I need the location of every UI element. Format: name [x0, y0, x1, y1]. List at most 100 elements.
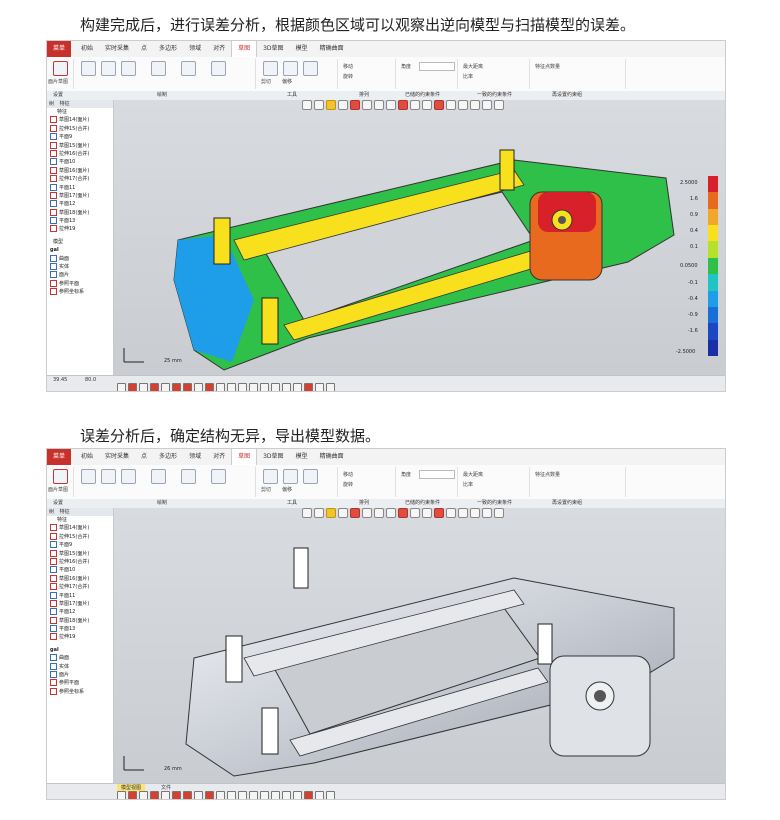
model-item-mesh[interactable]: 面片 [47, 271, 113, 279]
model-item-ref-plane[interactable]: 参照平面 [47, 279, 113, 288]
tree-tab[interactable]: 树 [49, 101, 54, 107]
tool-icon[interactable] [139, 383, 148, 391]
tree-item[interactable]: 平面11 [47, 183, 113, 192]
tab-sketch[interactable]: 草图 [231, 41, 258, 57]
tool-icon[interactable] [260, 383, 269, 391]
tab-point[interactable]: 点 [135, 41, 153, 57]
tab-live-capture[interactable]: 实时采集 [99, 41, 135, 57]
tab-region[interactable]: 领域 [183, 41, 207, 57]
tool-icon[interactable] [293, 791, 302, 799]
tree-item[interactable]: 拉伸15(合并) [47, 124, 113, 133]
tab-exact-surface[interactable]: 精确曲面 [314, 41, 350, 57]
line-icon[interactable] [81, 61, 96, 76]
file-menu-button[interactable]: 菜单 [47, 41, 71, 57]
tool-icon[interactable] [216, 383, 225, 391]
model-root[interactable]: gal [47, 246, 113, 254]
circle-icon[interactable] [121, 61, 136, 76]
tab-3d-sketch[interactable]: 3D草图 [257, 449, 289, 465]
tree-item[interactable]: 草图18(面片) [47, 616, 113, 625]
model-item-mesh[interactable]: 面片 [47, 671, 113, 679]
tree-item[interactable]: 拉伸19 [47, 225, 113, 233]
tab-model[interactable]: 模型 [290, 449, 314, 465]
mesh-sketch-icon[interactable] [53, 469, 68, 484]
trim-icon[interactable] [263, 61, 278, 76]
trim-icon[interactable] [263, 469, 278, 484]
tab-initial[interactable]: 初始 [75, 449, 99, 465]
tree-tab[interactable]: 树 [49, 509, 54, 515]
model-item-solid[interactable]: 实体 [47, 662, 113, 671]
rectangle-icon[interactable] [151, 469, 166, 484]
tool-icon[interactable] [172, 383, 181, 391]
mirror-icon[interactable] [303, 61, 318, 76]
tool-icon[interactable] [194, 383, 203, 391]
move-label[interactable]: 移动 [343, 471, 353, 478]
tool-icon[interactable] [271, 791, 280, 799]
tab-region[interactable]: 领域 [183, 449, 207, 465]
arc-icon[interactable] [101, 61, 116, 76]
model-item-surface[interactable]: 曲面 [47, 654, 113, 662]
tree-item[interactable]: 草图16(面片) [47, 166, 113, 175]
tool-icon[interactable] [161, 791, 170, 799]
tree-item[interactable]: 拉伸16(合并) [47, 149, 113, 158]
tree-item[interactable]: 拉伸15(合并) [47, 532, 113, 541]
tree-item[interactable]: 草图18(面片) [47, 208, 113, 217]
tool-icon[interactable] [238, 383, 247, 391]
polygon-icon[interactable] [211, 61, 226, 76]
circle-icon[interactable] [121, 469, 136, 484]
tool-icon[interactable] [150, 383, 159, 391]
tree-item[interactable]: 平面9 [47, 133, 113, 141]
3d-viewport-colored[interactable]: 25 mm 2.5000 1.6 0.9 0.4 0.1 0.0500 -0.1… [114, 100, 725, 375]
tool-icon[interactable] [249, 791, 258, 799]
tool-icon[interactable] [282, 383, 291, 391]
tree-item[interactable]: 平面10 [47, 158, 113, 166]
tool-icon[interactable] [227, 791, 236, 799]
tab-point[interactable]: 点 [135, 449, 153, 465]
offset-icon[interactable] [283, 61, 298, 76]
tree-item[interactable]: 平面11 [47, 591, 113, 600]
tool-icon[interactable] [172, 791, 181, 799]
model-root[interactable]: gal [47, 646, 113, 654]
angle-input[interactable] [419, 470, 455, 479]
spline-icon[interactable] [181, 469, 196, 484]
tool-icon[interactable] [183, 791, 192, 799]
tool-icon[interactable] [326, 791, 335, 799]
tool-icon[interactable] [227, 383, 236, 391]
arc-icon[interactable] [101, 469, 116, 484]
tool-icon[interactable] [216, 791, 225, 799]
3d-viewport-final[interactable]: 26 mm [114, 508, 725, 783]
tool-icon[interactable] [326, 383, 335, 391]
tree-item[interactable]: 平面13 [47, 625, 113, 633]
rectangle-icon[interactable] [151, 61, 166, 76]
model-item-solid[interactable]: 实体 [47, 263, 113, 271]
tab-exact-surface[interactable]: 精确曲面 [314, 449, 350, 465]
spline-icon[interactable] [181, 61, 196, 76]
angle-input[interactable] [419, 62, 455, 71]
tool-icon[interactable] [150, 791, 159, 799]
tab-3d-sketch[interactable]: 3D草图 [257, 41, 289, 57]
line-icon[interactable] [81, 469, 96, 484]
tab-polygon[interactable]: 多边形 [153, 449, 183, 465]
tree-item[interactable]: 草图17(面片) [47, 599, 113, 608]
tool-icon[interactable] [139, 791, 148, 799]
rotate-label[interactable]: 旋转 [343, 73, 353, 80]
tree-item[interactable]: 拉伸16(合并) [47, 557, 113, 566]
tree-item[interactable]: 草图16(面片) [47, 574, 113, 583]
tool-icon[interactable] [194, 791, 203, 799]
tree-item[interactable]: 拉伸17(合并) [47, 175, 113, 183]
tool-icon[interactable] [304, 383, 313, 391]
tree-item[interactable]: 平面9 [47, 541, 113, 549]
tree-item[interactable]: 拉伸17(合并) [47, 583, 113, 591]
tool-icon[interactable] [117, 791, 126, 799]
tool-icon[interactable] [271, 383, 280, 391]
tool-icon[interactable] [315, 791, 324, 799]
model-item-surface[interactable]: 曲面 [47, 254, 113, 263]
tab-align[interactable]: 对齐 [207, 449, 231, 465]
tab-initial[interactable]: 初始 [75, 41, 99, 57]
tool-icon[interactable] [249, 383, 258, 391]
tool-icon[interactable] [304, 791, 313, 799]
model-item-ref-coord[interactable]: 参照坐标系 [47, 687, 113, 696]
feature-tab[interactable]: 特征 [60, 101, 70, 107]
model-item-ref-plane[interactable]: 参照平面 [47, 679, 113, 687]
offset-icon[interactable] [283, 469, 298, 484]
tool-icon[interactable] [238, 791, 247, 799]
